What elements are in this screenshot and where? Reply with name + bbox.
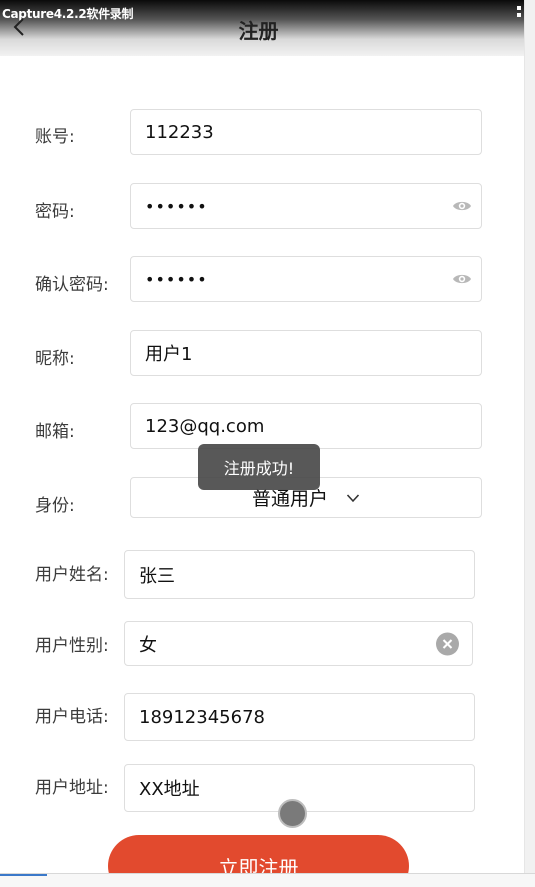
clear-circle-icon — [436, 632, 459, 655]
phone-label: 用户电话: — [35, 707, 109, 727]
account-label: 账号: — [35, 127, 75, 147]
nickname-value: 用户1 — [145, 344, 193, 365]
password-value: •••••• — [145, 196, 208, 216]
confirm-password-visibility-toggle[interactable] — [452, 272, 472, 286]
password-label: 密码: — [35, 202, 75, 222]
gender-value: 女 — [139, 634, 157, 656]
password-visibility-toggle[interactable] — [452, 199, 472, 213]
real-name-value: 张三 — [139, 565, 175, 587]
real-name-input[interactable]: 张三 — [124, 550, 475, 599]
email-label: 邮箱: — [35, 422, 75, 442]
registration-screen: Capture4.2.2软件录制 注册 账号: 112233 密码: •••••… — [0, 0, 535, 887]
page-title: 注册 — [238, 19, 279, 43]
confirm-password-value: •••••• — [145, 269, 208, 289]
floating-touch-button[interactable] — [278, 799, 307, 828]
scroll-track — [524, 0, 535, 887]
phone-value: 18912345678 — [139, 706, 265, 728]
gender-clear-button[interactable] — [436, 632, 459, 655]
account-input[interactable]: 112233 — [130, 109, 482, 155]
address-value: XX地址 — [139, 779, 200, 800]
phone-input[interactable]: 18912345678 — [124, 693, 475, 741]
header-bar: Capture4.2.2软件录制 注册 — [0, 0, 524, 56]
email-input[interactable]: 123@qq.com — [130, 403, 482, 449]
success-toast: 注册成功! — [198, 444, 320, 490]
email-value: 123@qq.com — [145, 415, 265, 437]
nickname-input[interactable]: 用户1 — [130, 330, 482, 376]
bottom-progress-indicator — [0, 874, 47, 876]
chevron-down-icon — [346, 493, 360, 503]
confirm-password-input[interactable]: •••••• — [130, 256, 482, 302]
identity-label: 身份: — [35, 496, 75, 516]
bottom-bar — [0, 873, 535, 887]
eye-icon — [453, 201, 471, 211]
real-name-label: 用户姓名: — [35, 565, 109, 585]
confirm-password-label: 确认密码: — [35, 275, 109, 295]
account-value: 112233 — [145, 121, 214, 143]
gender-label: 用户性别: — [35, 636, 109, 656]
gender-input[interactable]: 女 — [124, 621, 473, 666]
password-input[interactable]: •••••• — [130, 183, 482, 229]
eye-icon — [453, 274, 471, 284]
address-label: 用户地址: — [35, 778, 109, 798]
nickname-label: 昵称: — [35, 349, 75, 369]
